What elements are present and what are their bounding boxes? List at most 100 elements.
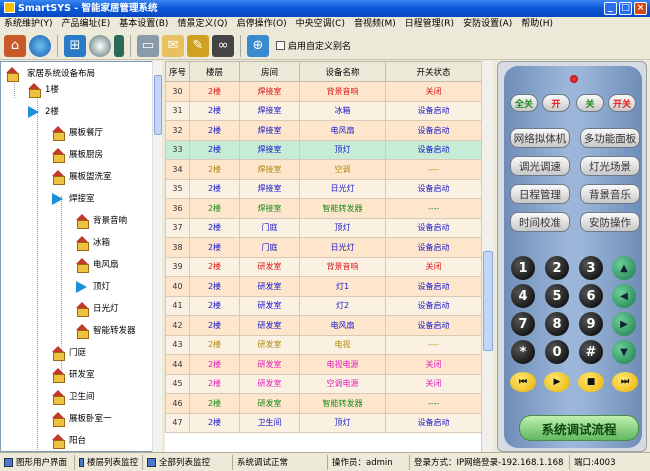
menu-item[interactable]: 日程管理(R) xyxy=(405,17,454,32)
table-row[interactable]: 47 2楼 卫生间 顶灯 设备启动 xyxy=(165,412,481,433)
remote-menu-button[interactable]: 日程管理 xyxy=(510,184,570,204)
tree-node[interactable]: 电风扇 xyxy=(75,256,119,273)
book-icon[interactable] xyxy=(114,34,124,57)
remote-menu-button[interactable]: 时间校准 xyxy=(510,212,570,232)
table-row[interactable]: 33 2楼 焊接室 顶灯 设备启动 xyxy=(165,139,481,160)
tree-node[interactable]: 2楼 xyxy=(27,103,59,119)
column-header[interactable]: 设备名称 xyxy=(299,61,386,82)
tab-all-list[interactable]: 全部列表监控 xyxy=(143,454,233,470)
device-tree[interactable]: 家居系统设备布局 1楼 2楼 展板餐厅 展板厨房 展板盥洗室 焊接室 背景音响 冰箱 电风扇 顶灯… xyxy=(0,61,162,452)
table-row[interactable]: 32 2楼 焊接室 电风扇 设备启动 xyxy=(165,120,481,141)
table-row[interactable]: 46 2楼 研发室 智能转发器 ---- xyxy=(165,393,481,414)
table-row[interactable]: 42 2楼 研发室 电风扇 设备启动 xyxy=(165,315,481,336)
arrow-key-icon[interactable]: ▶ xyxy=(612,312,636,336)
column-header[interactable]: 开关状态 xyxy=(385,61,481,82)
table-row[interactable]: 31 2楼 焊接室 冰箱 设备启动 xyxy=(165,100,481,121)
media-control-icon[interactable]: ⏭ xyxy=(612,372,638,392)
tree-node[interactable]: 智能转发器 xyxy=(75,322,136,339)
media-control-icon[interactable]: ■ xyxy=(578,372,604,392)
table-row[interactable]: 34 2楼 焊接室 空调 ---- xyxy=(165,159,481,180)
remote-menu-button[interactable]: 背景音乐 xyxy=(580,184,640,204)
menu-item[interactable]: 基本设置(B) xyxy=(119,17,168,32)
remote-menu-button[interactable]: 安防操作 xyxy=(580,212,640,232)
number-key[interactable]: 2 xyxy=(545,256,569,280)
binoculars-icon[interactable]: ∞ xyxy=(212,34,234,57)
tree-node[interactable]: 阳台 xyxy=(51,432,86,449)
table-row[interactable]: 43 2楼 研发室 电视 ---- xyxy=(165,334,481,355)
cd-icon[interactable] xyxy=(89,34,111,57)
system-debug-flow-button[interactable]: 系统调试流程 xyxy=(519,415,639,441)
column-header[interactable]: 序号 xyxy=(165,61,190,82)
menu-item[interactable]: 产品编址(E) xyxy=(62,17,111,32)
remote-menu-button[interactable]: 多功能面板 xyxy=(580,128,640,148)
remote-top-button[interactable]: 开关 xyxy=(608,94,636,112)
column-header[interactable]: 楼层 xyxy=(189,61,240,82)
menu-item[interactable]: 帮助(H) xyxy=(521,17,553,32)
table-row[interactable]: 30 2楼 焊接室 背景音响 关闭 xyxy=(165,81,481,102)
menu-item[interactable]: 启停操作(O) xyxy=(237,17,287,32)
close-button[interactable]: × xyxy=(634,2,647,15)
media-control-icon[interactable]: ⏮ xyxy=(510,372,536,392)
number-key[interactable]: 8 xyxy=(545,312,569,336)
remote-menu-button[interactable]: 网络拟体机 xyxy=(510,128,570,148)
alias-checkbox[interactable]: 启用自定义别名 xyxy=(276,39,351,52)
tree-node[interactable]: 研发室 xyxy=(51,366,95,383)
globe-icon[interactable] xyxy=(29,34,51,57)
network-map-icon[interactable]: ⊕ xyxy=(247,34,269,57)
arrow-key-icon[interactable]: ▲ xyxy=(612,256,636,280)
tab-gui[interactable]: 图形用户界面 xyxy=(0,454,75,470)
remote-top-button[interactable]: 关 xyxy=(576,94,604,112)
number-key[interactable]: 6 xyxy=(579,284,603,308)
tree-node[interactable]: 展板厨房 xyxy=(51,146,103,163)
remote-top-button[interactable]: 开 xyxy=(542,94,570,112)
number-key[interactable]: # xyxy=(579,340,603,364)
number-key[interactable]: * xyxy=(511,340,535,364)
arrow-key-icon[interactable]: ◀ xyxy=(612,284,636,308)
tree-node[interactable]: 展板餐厅 xyxy=(51,124,103,141)
menu-item[interactable]: 音视频(M) xyxy=(354,17,396,32)
media-control-icon[interactable]: ▶ xyxy=(544,372,570,392)
number-key[interactable]: 9 xyxy=(579,312,603,336)
number-key[interactable]: 3 xyxy=(579,256,603,280)
tree-node[interactable]: 日光灯 xyxy=(75,300,119,317)
remote-menu-button[interactable]: 调光调速 xyxy=(510,156,570,176)
remote-top-button[interactable]: 全关 xyxy=(510,94,538,112)
scroll-thumb[interactable] xyxy=(154,75,162,135)
minimize-button[interactable]: _ xyxy=(604,2,617,15)
mail-icon[interactable]: ✉ xyxy=(162,34,184,57)
menu-item[interactable]: 情景定义(Q) xyxy=(177,17,227,32)
network-icon[interactable]: ⊞ xyxy=(64,34,86,57)
maximize-button[interactable]: □ xyxy=(619,2,632,15)
table-scrollbar[interactable] xyxy=(481,61,493,452)
tree-root[interactable]: 家居系统设备布局 xyxy=(5,65,95,82)
number-key[interactable]: 7 xyxy=(511,312,535,336)
table-row[interactable]: 40 2楼 研发室 灯1 设备启动 xyxy=(165,276,481,297)
tree-scrollbar[interactable] xyxy=(152,61,162,452)
tree-node[interactable]: 冰箱 xyxy=(75,234,110,251)
tree-node[interactable]: 顶灯 xyxy=(75,278,110,294)
menu-item[interactable]: 中央空调(C) xyxy=(296,17,345,32)
tab-floor-list[interactable]: 楼层列表监控 xyxy=(75,454,143,470)
tree-node[interactable]: 展板卧室一 xyxy=(51,410,112,427)
home-icon[interactable]: ⌂ xyxy=(4,34,26,57)
number-key[interactable]: 1 xyxy=(511,256,535,280)
menu-item[interactable]: 系统维护(Y) xyxy=(4,17,53,32)
table-row[interactable]: 36 2楼 焊接室 智能转发器 ---- xyxy=(165,198,481,219)
table-row[interactable]: 41 2楼 研发室 灯2 设备启动 xyxy=(165,295,481,316)
table-row[interactable]: 35 2楼 焊接室 日光灯 设备启动 xyxy=(165,178,481,199)
table-row[interactable]: 44 2楼 研发室 电视电源 关闭 xyxy=(165,354,481,375)
tree-node[interactable]: 展板盥洗室 xyxy=(51,168,112,185)
table-row[interactable]: 39 2楼 研发室 背景音响 关闭 xyxy=(165,256,481,277)
tree-node[interactable]: 背景音响 xyxy=(75,212,127,229)
remote-menu-button[interactable]: 灯光场景 xyxy=(580,156,640,176)
arrow-key-icon[interactable]: ▼ xyxy=(612,340,636,364)
menu-item[interactable]: 安防设置(A) xyxy=(463,17,512,32)
number-key[interactable]: 5 xyxy=(545,284,569,308)
table-row[interactable]: 45 2楼 研发室 空调电源 关闭 xyxy=(165,373,481,394)
scroll-thumb[interactable] xyxy=(483,251,493,351)
number-key[interactable]: 0 xyxy=(545,340,569,364)
checkbox-box[interactable] xyxy=(276,41,285,50)
tree-node[interactable]: 焊接室 xyxy=(51,190,95,206)
tree-node[interactable]: 门庭 xyxy=(51,344,86,361)
tree-node[interactable]: 卫生间 xyxy=(51,388,95,405)
